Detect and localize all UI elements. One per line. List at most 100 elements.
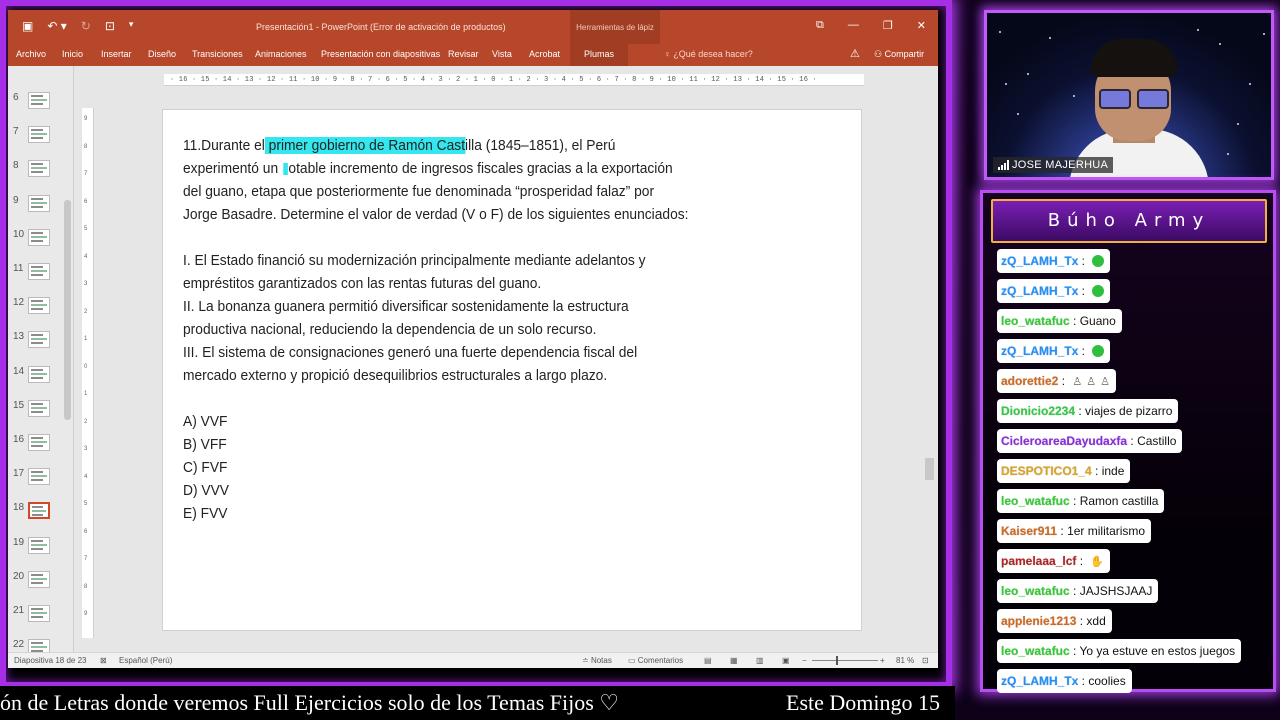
chat-message: zQ_LAMH_Tx : bbox=[997, 279, 1111, 303]
window-controls: ⧉ — ❐ ✕ bbox=[816, 19, 926, 32]
zoom-slider[interactable] bbox=[812, 660, 878, 661]
chat-username[interactable]: CicleroareaDayudaxfa bbox=[1001, 434, 1127, 448]
slideshow-view-icon[interactable]: ▣ bbox=[782, 656, 790, 665]
tab-inicio[interactable]: Inicio bbox=[62, 49, 83, 59]
fit-slide-icon[interactable]: ⊡ bbox=[922, 656, 929, 665]
slide-thumbnail[interactable]: 13 bbox=[8, 329, 70, 363]
chat-username[interactable]: leo_watafuc bbox=[1001, 584, 1070, 598]
chat-username[interactable]: zQ_LAMH_Tx bbox=[1001, 674, 1078, 688]
maximize-icon[interactable]: ❐ bbox=[883, 19, 893, 32]
chat-username[interactable]: leo_watafuc bbox=[1001, 314, 1070, 328]
slide-thumbnail-number: 13 bbox=[13, 331, 25, 343]
slide-thumbnail[interactable]: 22 bbox=[8, 637, 70, 652]
tab-plumas[interactable]: Plumas bbox=[570, 44, 629, 66]
spellcheck-icon[interactable]: ⊠ bbox=[100, 656, 107, 665]
streamer-hair bbox=[1091, 39, 1177, 77]
present-icon[interactable]: ⊡ bbox=[105, 19, 115, 33]
star-dot bbox=[1219, 43, 1221, 45]
reading-view-icon[interactable]: ▥ bbox=[756, 656, 764, 665]
slide-thumbnail[interactable]: 6 bbox=[8, 90, 70, 124]
star-dot bbox=[1197, 29, 1199, 31]
chat-username[interactable]: zQ_LAMH_Tx bbox=[1001, 254, 1078, 268]
customize-qat-icon[interactable]: ▾ bbox=[129, 19, 134, 33]
chat-message: CicleroareaDayudaxfa : Castillo bbox=[997, 429, 1183, 453]
slide-thumbnail[interactable]: 19 bbox=[8, 535, 70, 569]
quick-access-toolbar: ▣ ↶ ▾ ↻ ⊡ ▾ bbox=[22, 19, 133, 33]
tab-acrobat[interactable]: Acrobat bbox=[529, 49, 560, 59]
language-label[interactable]: Español (Perú) bbox=[119, 656, 172, 665]
chat-username[interactable]: pamelaaa_lcf bbox=[1001, 554, 1076, 568]
normal-view-icon[interactable]: ▤ bbox=[704, 656, 712, 665]
notes-button[interactable]: ≐ Notas bbox=[582, 656, 612, 665]
slide-thumbnail[interactable]: 20 bbox=[8, 569, 70, 603]
minimize-icon[interactable]: — bbox=[848, 19, 859, 32]
sorter-view-icon[interactable]: ▦ bbox=[730, 656, 738, 665]
editor-scroll-thumb[interactable] bbox=[925, 458, 934, 480]
undo-icon[interactable]: ↶ ▾ bbox=[47, 19, 66, 33]
slide-thumbnail[interactable]: 15 bbox=[8, 398, 70, 432]
slide-thumbnail[interactable]: 16 bbox=[8, 432, 70, 466]
slide-thumbnail-image bbox=[28, 399, 50, 417]
tab-diseno[interactable]: Diseño bbox=[148, 49, 176, 59]
tab-transiciones[interactable]: Transiciones bbox=[192, 49, 243, 59]
slide-thumbnail-number: 18 bbox=[13, 502, 25, 514]
question-textbox[interactable]: 11.Durante el primer gobierno de Ramón C… bbox=[183, 134, 790, 525]
chat-username[interactable]: zQ_LAMH_Tx bbox=[1001, 344, 1078, 358]
share-button[interactable]: ⚇ Compartir bbox=[874, 49, 924, 60]
slide-thumbnail[interactable]: 14 bbox=[8, 364, 70, 398]
chat-username[interactable]: Dionicio2234 bbox=[1001, 404, 1075, 418]
tab-animaciones[interactable]: Animaciones bbox=[255, 49, 307, 59]
tell-me-search[interactable]: ♀ ¿Qué desea hacer? bbox=[664, 49, 753, 59]
star-dot bbox=[1049, 37, 1051, 39]
comments-button[interactable]: ▭ Comentarios bbox=[628, 656, 683, 665]
zoom-level[interactable]: 81 % bbox=[896, 656, 914, 665]
tab-archivo[interactable]: Archivo bbox=[16, 49, 46, 59]
slide-thumbnail[interactable]: 10 bbox=[8, 227, 70, 261]
zoom-in-icon[interactable]: + bbox=[880, 656, 885, 665]
slide-thumbnail[interactable]: 8 bbox=[8, 158, 70, 192]
slide-thumbnail[interactable]: 12 bbox=[8, 295, 70, 329]
bottom-ticker: ón de Letras donde veremos Full Ejercici… bbox=[0, 686, 955, 720]
zoom-out-icon[interactable]: − bbox=[802, 656, 807, 665]
tab-revisar[interactable]: Revisar bbox=[448, 49, 479, 59]
save-icon[interactable]: ▣ bbox=[22, 19, 33, 33]
slide-thumbnail-image bbox=[28, 434, 50, 451]
warning-icon[interactable]: ⚠ bbox=[850, 47, 860, 60]
question-text: experimentó un bbox=[183, 160, 282, 177]
redo-icon[interactable]: ↻ bbox=[81, 19, 91, 33]
slide-thumbnail[interactable]: 9 bbox=[8, 193, 70, 227]
chat-username[interactable]: adorettie2 bbox=[1001, 374, 1058, 388]
slide-thumbnail-image bbox=[28, 297, 50, 315]
chat-message: zQ_LAMH_Tx : bbox=[997, 339, 1111, 363]
slide-thumbnail-number: 6 bbox=[13, 92, 19, 103]
slide-thumbnail[interactable]: 7 bbox=[8, 124, 70, 158]
ribbon-display-icon[interactable]: ⧉ bbox=[816, 19, 824, 32]
ruler-tick: 4 bbox=[84, 473, 88, 480]
chat-message: Dionicio2234 : viajes de pizarro bbox=[997, 399, 1179, 423]
chat-text: 1er militarismo bbox=[1067, 524, 1146, 538]
slide-canvas[interactable]: 11.Durante el primer gobierno de Ramón C… bbox=[162, 109, 862, 631]
editor-scrollbar[interactable] bbox=[925, 80, 934, 640]
close-icon[interactable]: ✕ bbox=[917, 19, 926, 32]
slide-thumbnail[interactable]: 17 bbox=[8, 466, 70, 500]
chat-username[interactable]: DESPOTICO1_4 bbox=[1001, 464, 1092, 478]
chat-username[interactable]: applenie1213 bbox=[1001, 614, 1076, 628]
chat-separator: : bbox=[1075, 404, 1086, 418]
tab-presentacion[interactable]: Presentación con diapositivas bbox=[321, 49, 440, 59]
chat-username[interactable]: Kaiser911 bbox=[1001, 524, 1057, 538]
chat-username[interactable]: leo_watafuc bbox=[1001, 494, 1070, 508]
slide-thumbnail-number: 16 bbox=[13, 434, 25, 445]
chat-username[interactable]: zQ_LAMH_Tx bbox=[1001, 284, 1078, 298]
slide-thumbnail-image bbox=[28, 502, 50, 520]
tab-insertar[interactable]: Insertar bbox=[101, 49, 132, 59]
ruler-tick: 4 bbox=[84, 253, 88, 260]
tab-vista[interactable]: Vista bbox=[492, 49, 512, 59]
slide-thumbnail-image bbox=[28, 468, 50, 486]
slide-thumbnail[interactable]: 11 bbox=[8, 261, 70, 295]
chat-separator: : bbox=[1127, 434, 1138, 448]
slide-thumbnail[interactable]: 21 bbox=[8, 603, 70, 637]
zoom-slider-thumb[interactable] bbox=[836, 656, 838, 665]
webcam-feed: JOSE MAJERHUA bbox=[984, 10, 1274, 180]
slide-thumbnail[interactable]: 18 bbox=[8, 500, 70, 534]
chat-username[interactable]: leo_watafuc bbox=[1001, 644, 1070, 658]
